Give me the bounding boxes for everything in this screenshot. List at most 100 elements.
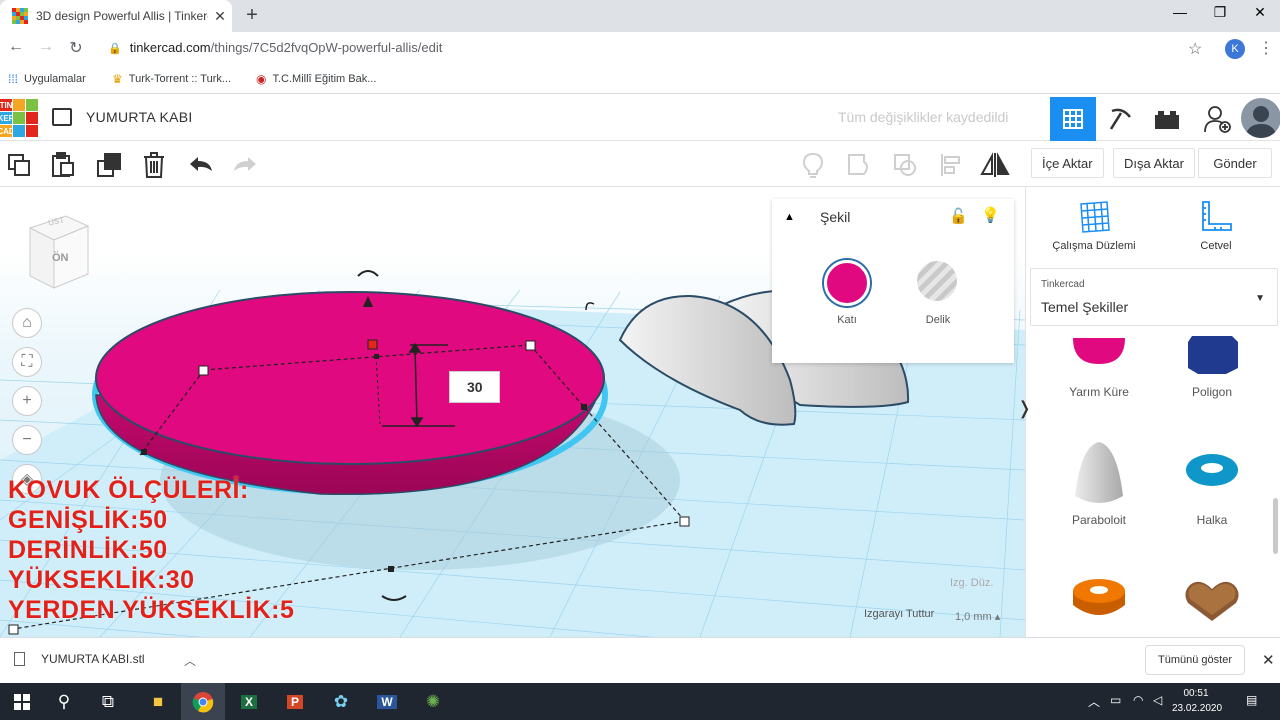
hole-swatch[interactable] xyxy=(917,261,957,301)
ungroup-button[interactable] xyxy=(890,150,920,180)
edit-grid-button[interactable]: Izg. Düz. xyxy=(950,577,993,589)
chrome-icon[interactable] xyxy=(181,683,225,720)
delete-button[interactable] xyxy=(139,150,169,180)
bookmark-turk-torrent[interactable]: ♛ Turk-Torrent :: Turk... xyxy=(112,72,231,86)
tinkercad-logo[interactable]: TIN KER CAD xyxy=(0,99,38,137)
rotate-handle-side-icon[interactable] xyxy=(585,302,595,311)
browser-menu-icon[interactable]: ⋮ xyxy=(1258,38,1274,58)
maximize-button[interactable]: ❐ xyxy=(1200,4,1240,21)
snap-grid-label: Izgarayı Tuttur xyxy=(864,608,935,620)
ungroup-icon xyxy=(894,154,916,176)
new-tab-button[interactable]: + xyxy=(240,4,264,27)
side-handle-left[interactable] xyxy=(141,449,147,455)
workplane-tool[interactable]: Çalışma Düzlemi xyxy=(1044,200,1144,252)
mirror-button[interactable] xyxy=(980,150,1010,180)
rotate-handle-top-icon[interactable] xyxy=(357,270,379,277)
home-icon: ⌂ xyxy=(22,314,32,331)
bookmark-star-icon[interactable]: ☆ xyxy=(1188,39,1202,59)
align-button[interactable] xyxy=(936,150,966,180)
duplicate-button[interactable] xyxy=(94,150,124,180)
resize-handle-corner-right[interactable] xyxy=(679,516,690,527)
design-list-icon[interactable] xyxy=(52,108,72,126)
close-window-button[interactable]: ✕ xyxy=(1240,4,1280,21)
resize-handle-back[interactable] xyxy=(525,340,536,351)
panel-scrollbar[interactable] xyxy=(1273,498,1278,554)
tab-close-icon[interactable]: ✕ xyxy=(208,8,232,25)
copy-button[interactable] xyxy=(4,150,34,180)
side-handle-right[interactable] xyxy=(581,404,587,410)
forward-icon[interactable]: → xyxy=(36,38,56,56)
invite-user-button[interactable] xyxy=(1195,97,1241,141)
camtasia-icon[interactable]: ✺ xyxy=(411,683,455,720)
excel-icon[interactable]: X xyxy=(227,683,271,720)
resize-handle-corner-left[interactable] xyxy=(8,624,19,635)
pink-shape-top[interactable] xyxy=(95,291,605,465)
shape-tile-paraboloid[interactable]: Paraboloit xyxy=(1044,440,1154,527)
hide-shape-icon[interactable]: 💡 xyxy=(981,206,1000,224)
close-download-bar-icon[interactable]: ✕ xyxy=(1262,651,1275,669)
shape-tile-polygon[interactable]: Poligon xyxy=(1157,334,1267,399)
zoom-in-button[interactable]: + xyxy=(12,386,42,416)
search-icon[interactable]: ⚲ xyxy=(42,683,86,720)
browser-profile-avatar[interactable]: K xyxy=(1225,39,1245,59)
task-view-icon[interactable]: ⧉ xyxy=(86,683,130,720)
user-avatar[interactable] xyxy=(1241,98,1280,138)
wifi-icon[interactable]: ◠ xyxy=(1133,693,1143,707)
resize-handle-left[interactable] xyxy=(198,365,209,376)
tray-overflow-icon[interactable]: ︿ xyxy=(1088,693,1100,710)
collapse-panel-chevron-icon[interactable]: ❭ xyxy=(1017,398,1032,419)
shape-tile-halfsphere[interactable]: Yarım Küre xyxy=(1044,334,1154,399)
paste-button[interactable] xyxy=(48,150,78,180)
bookmark-meb[interactable]: ◉ T.C.Millî Eğitim Bak... xyxy=(256,72,376,86)
side-handle-front[interactable] xyxy=(388,566,394,572)
shape-library-select[interactable]: Tinkercad Temel Şekiller ▼ xyxy=(1030,268,1278,326)
file-explorer-icon[interactable]: ■ xyxy=(136,683,180,720)
project-name[interactable]: YUMURTA KABI xyxy=(86,109,193,125)
browser-tab[interactable]: 3D design Powerful Allis | Tinkercad ✕ xyxy=(0,0,232,32)
export-button[interactable]: Dışa Aktar xyxy=(1113,148,1195,178)
word-icon[interactable]: W xyxy=(365,683,409,720)
solid-color-swatch[interactable] xyxy=(824,260,870,306)
center-handle[interactable] xyxy=(374,354,379,359)
apps-grid-icon: ⁞⁞⁞ xyxy=(8,72,19,86)
ruler-tool[interactable]: Cetvel xyxy=(1166,200,1266,252)
download-options-caret-icon[interactable]: ︿ xyxy=(184,652,196,669)
codeblocks-button[interactable] xyxy=(1097,97,1143,141)
snap-grid-select[interactable]: 1,0 mm ▴ xyxy=(955,610,1000,623)
fit-view-button[interactable]: ⛶ xyxy=(12,347,42,377)
tinkercad-favicon xyxy=(12,8,28,24)
download-item[interactable]: YUMURTA KABI.stl xyxy=(14,652,145,666)
show-all-downloads-button[interactable]: Tümünü göster xyxy=(1145,645,1245,675)
back-icon[interactable]: ← xyxy=(6,38,26,56)
send-button[interactable]: Gönder xyxy=(1198,148,1272,178)
shape-tile-tube[interactable] xyxy=(1044,575,1154,626)
notes-button[interactable] xyxy=(798,150,828,180)
height-handle[interactable] xyxy=(367,339,378,350)
url-field[interactable]: 🔒 tinkercad.com/things/7C5d2fvqOpW-powerf… xyxy=(108,40,442,55)
paint3d-icon[interactable]: ✿ xyxy=(319,683,363,720)
avatar-silhouette-icon xyxy=(1245,106,1277,138)
minimize-button[interactable]: — xyxy=(1160,4,1200,20)
shape-tile-torus[interactable]: Halka xyxy=(1157,446,1267,527)
undo-button[interactable] xyxy=(186,150,216,180)
3d-view-button[interactable] xyxy=(1050,97,1096,141)
import-button[interactable]: İçe Aktar xyxy=(1031,148,1104,178)
height-dimension-input[interactable]: 30 xyxy=(449,371,500,403)
bricks-button[interactable] xyxy=(1144,97,1190,141)
volume-icon[interactable]: ◁ xyxy=(1153,693,1162,707)
lock-shape-icon[interactable]: 🔓 xyxy=(949,207,968,225)
battery-icon[interactable]: ▭ xyxy=(1110,693,1121,707)
taskbar-clock[interactable]: 00:51 23.02.2020 xyxy=(1172,686,1222,716)
bookmark-apps[interactable]: ⁞⁞⁞ Uygulamalar xyxy=(8,72,86,86)
zoom-out-button[interactable]: − xyxy=(12,425,42,455)
redo-button[interactable] xyxy=(230,150,260,180)
notifications-icon[interactable]: ▤ xyxy=(1246,693,1257,707)
powerpoint-icon[interactable]: P xyxy=(273,683,317,720)
reload-icon[interactable]: ↻ xyxy=(66,38,86,58)
group-button[interactable] xyxy=(844,150,874,180)
meb-logo-icon: ◉ xyxy=(256,72,267,86)
shape-tile-heart[interactable] xyxy=(1157,575,1267,626)
home-view-button[interactable]: ⌂ xyxy=(12,308,42,338)
windows-start-icon[interactable] xyxy=(0,683,44,720)
collapse-caret-icon[interactable]: ▲ xyxy=(784,211,795,223)
